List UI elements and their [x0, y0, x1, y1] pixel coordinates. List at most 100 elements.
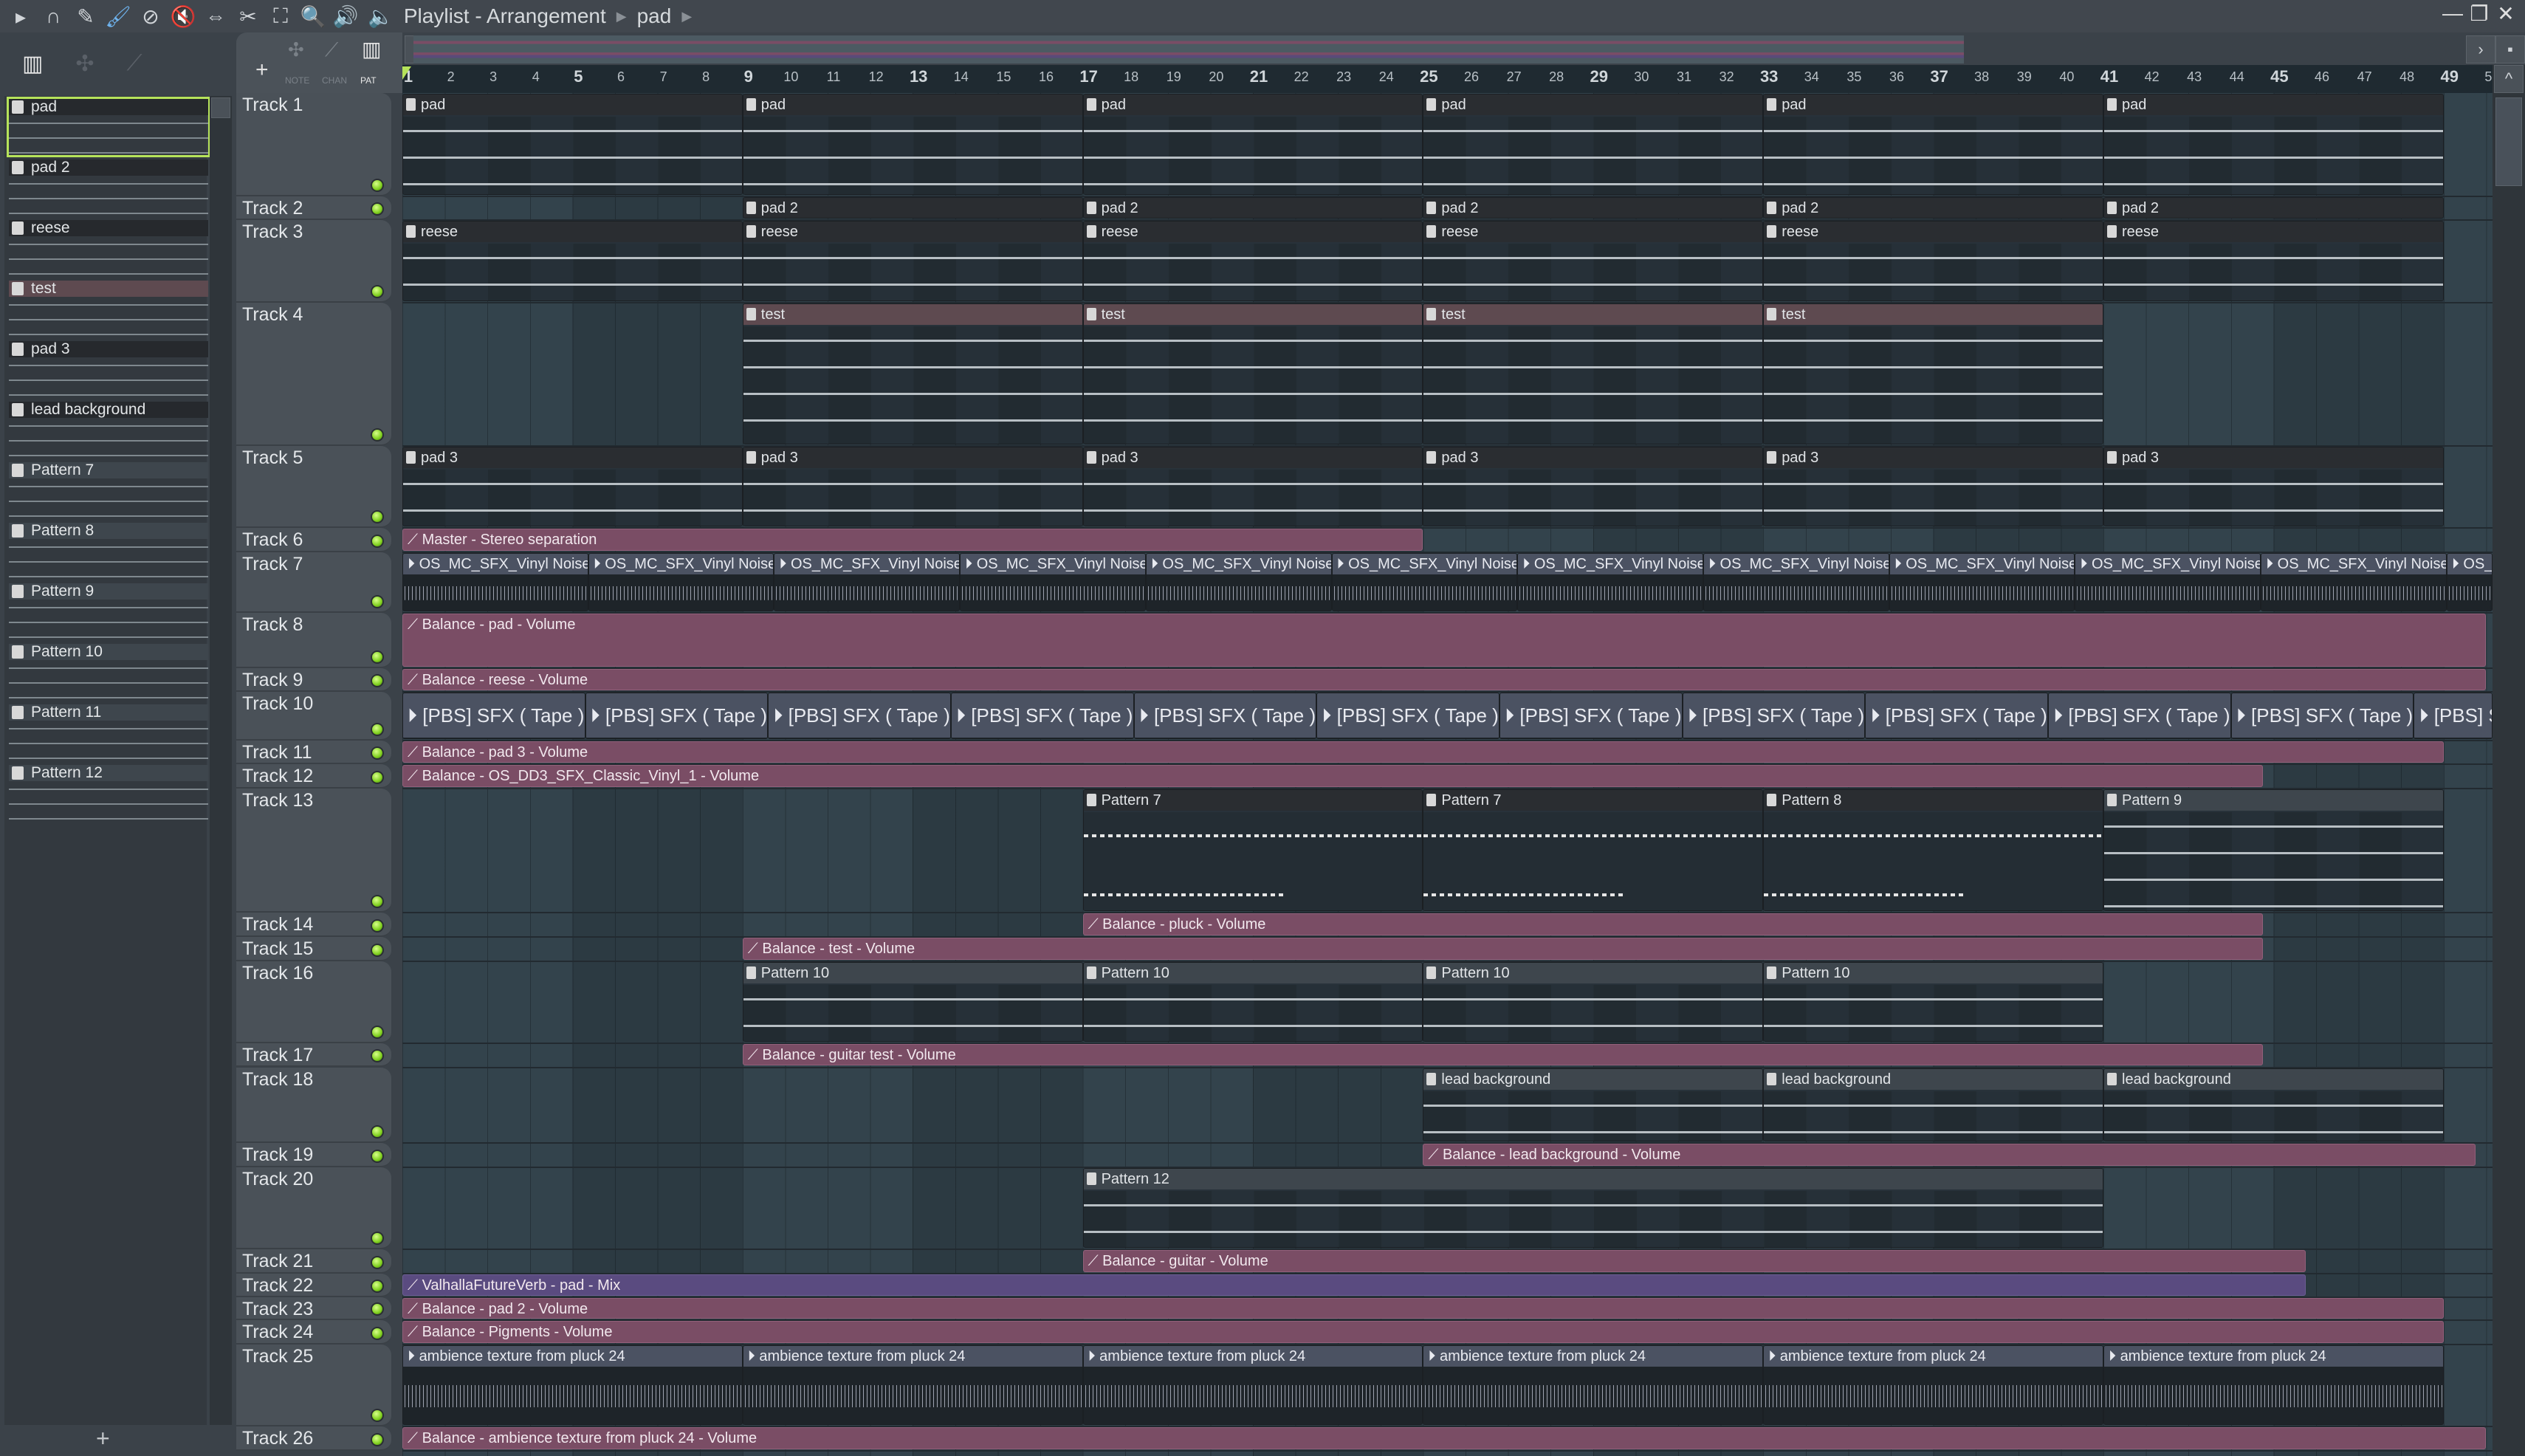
- pattern-clip[interactable]: reese: [402, 221, 743, 301]
- audio-clip[interactable]: ⏵ [PBS] SFX ( Tape ): [2048, 693, 2231, 739]
- pattern-clip[interactable]: pad 3: [1082, 446, 1423, 526]
- track-mute-led[interactable]: [371, 1326, 384, 1340]
- track-mute-led[interactable]: [371, 1231, 384, 1245]
- track-mute-led[interactable]: [371, 1255, 384, 1269]
- audio-clip[interactable]: ⏵ ambience texture from pluck 24: [2103, 1345, 2444, 1425]
- audio-clip[interactable]: ⏵ [PBS] SFX ( Tape ): [2230, 693, 2414, 739]
- mute-icon[interactable]: 🔇: [168, 1, 198, 31]
- track-mute-led[interactable]: [371, 595, 384, 609]
- pattern-clip[interactable]: reese: [2103, 221, 2444, 301]
- pattern-clip[interactable]: pad: [742, 94, 1083, 195]
- scroll-right-button[interactable]: ›: [2466, 35, 2495, 63]
- scrollbar-thumb[interactable]: [211, 97, 230, 118]
- filter-chan[interactable]: CHAN: [322, 75, 347, 86]
- track-mute-led[interactable]: [371, 771, 384, 785]
- restore-button[interactable]: ❐: [2466, 1, 2493, 26]
- audio-clip[interactable]: ⏵ OS_MC_SFX_Vinyl Noise 2: [1889, 552, 2075, 612]
- add-pattern-button[interactable]: +: [96, 1425, 110, 1452]
- timeline-ruler[interactable]: 1 2 3 4 5 6 7 8 9 10 11 12 13 14 15 16 17 18 19 20 21 22 23 24 2…: [402, 65, 2499, 93]
- pattern-clip[interactable]: reese: [742, 221, 1083, 301]
- pattern-clip[interactable]: Pattern 7: [1423, 789, 1764, 912]
- track-header[interactable]: Track 19: [236, 1143, 391, 1167]
- zoom-handle[interactable]: ▪: [2495, 35, 2525, 63]
- automation-clip[interactable]: ⟋ Balance - lead background - Volume: [1423, 1144, 2476, 1166]
- pattern-item-pad-3[interactable]: pad 3: [9, 341, 208, 397]
- automation-clip[interactable]: ⟋ Balance - pad - Volume: [402, 614, 2487, 667]
- audio-clip[interactable]: ⏵ ambience texture from pluck 24: [1423, 1345, 1764, 1425]
- track-mute-led[interactable]: [371, 202, 384, 216]
- slice-icon[interactable]: ✂: [233, 1, 263, 31]
- pattern-clip[interactable]: test: [1082, 303, 1423, 444]
- automation-clip[interactable]: ⟋ Balance - reese - Volume: [402, 668, 2487, 691]
- pattern-item-pattern-8[interactable]: Pattern 8: [9, 523, 208, 579]
- audio-clip[interactable]: ⏵ [PBS] SFX ( Tape ): [951, 693, 1134, 739]
- audio-clip[interactable]: ⏵ OS_MC_SFX_Vinyl Noise 2: [1331, 552, 1518, 612]
- track-mute-led[interactable]: [371, 943, 384, 957]
- automation-clip[interactable]: ⟋ Balance - guitar - Volume: [1082, 1249, 2306, 1272]
- audio-clip[interactable]: ⏵ OS_MC_SFX_Vinyl Noise 2: [774, 552, 961, 612]
- add-track-button[interactable]: +: [255, 58, 269, 83]
- track-header[interactable]: Track 26: [236, 1426, 391, 1451]
- audio-clip[interactable]: ⏵ [PBS] SFX ( Tape ): [1682, 693, 1866, 739]
- pattern-clip[interactable]: pad: [1763, 94, 2103, 195]
- audio-clip[interactable]: ⏵ [PBS] SFX ( Tape ): [1133, 693, 1317, 739]
- automation-clip[interactable]: ⟋ Balance - pad 2 - Volume: [402, 1298, 2444, 1319]
- pattern-clip[interactable]: reese: [1082, 221, 1423, 301]
- track-header[interactable]: Track 8: [236, 613, 391, 668]
- pattern-clip[interactable]: pad 3: [2103, 446, 2444, 526]
- playback-icon[interactable]: 🔊: [331, 1, 360, 31]
- track-mute-led[interactable]: [371, 1049, 384, 1063]
- pattern-clip[interactable]: Pattern 10: [1763, 961, 2103, 1042]
- track-header[interactable]: Track 17: [236, 1043, 391, 1068]
- waveform-icon[interactable]: ✣: [75, 51, 94, 77]
- track-mute-led[interactable]: [371, 674, 384, 688]
- automation-clip[interactable]: ⟋ Master - Stereo separation: [402, 528, 1423, 551]
- scroll-up-button[interactable]: ^: [2494, 65, 2524, 93]
- audio-clip[interactable]: ⏵ [PBS] SFX ( Tape ): [2414, 693, 2493, 739]
- pattern-clip[interactable]: pad 3: [402, 446, 743, 526]
- track-header[interactable]: Track 9: [236, 667, 391, 693]
- track-header[interactable]: Track 5: [236, 445, 391, 528]
- audio-clip[interactable]: ⏵ [PBS] SFX ( Tape ): [1316, 693, 1500, 739]
- pattern-clip[interactable]: pad: [402, 94, 743, 195]
- pattern-clip[interactable]: pad 2: [1082, 196, 1423, 219]
- track-mute-led[interactable]: [371, 534, 384, 548]
- pattern-item-test[interactable]: test: [9, 281, 208, 337]
- pattern-clip[interactable]: test: [742, 303, 1083, 444]
- track-mute-led[interactable]: [371, 509, 384, 523]
- pattern-item-pattern-9[interactable]: Pattern 9: [9, 583, 208, 639]
- audio-clip[interactable]: ⏵ [PBS] SFX ( Tape ): [402, 693, 585, 739]
- track-header[interactable]: Track 14: [236, 913, 391, 937]
- track-mute-led[interactable]: [371, 895, 384, 909]
- pattern-clip[interactable]: pad 3: [1763, 446, 2103, 526]
- pattern-clip[interactable]: pad 2: [1763, 196, 2103, 219]
- minimize-button[interactable]: —: [2439, 1, 2466, 25]
- pattern-clip[interactable]: reese: [1423, 221, 1764, 301]
- delete-icon[interactable]: ⊘: [136, 1, 165, 31]
- zoom-icon[interactable]: 🔍: [298, 1, 328, 31]
- audio-clip[interactable]: ⏵ OS_MC_SFX_Vinyl Noise 2: [2446, 552, 2493, 612]
- track-header[interactable]: Track 15: [236, 936, 391, 961]
- track-mute-led[interactable]: [371, 918, 384, 933]
- pattern-item-pattern-10[interactable]: Pattern 10: [9, 644, 208, 700]
- scrollbar-thumb[interactable]: [2495, 97, 2522, 186]
- pattern-item-lead-background[interactable]: lead background: [9, 402, 208, 458]
- pattern-clip[interactable]: pad 2: [1423, 196, 1764, 219]
- breadcrumb[interactable]: pad: [637, 4, 672, 28]
- audio-clip[interactable]: ⏵ ambience texture from pluck 24: [1082, 1345, 1423, 1425]
- pattern-clip[interactable]: pad 2: [2103, 196, 2444, 219]
- track-mute-led[interactable]: [371, 1149, 384, 1163]
- track-mute-led[interactable]: [371, 722, 384, 736]
- track-header[interactable]: Track 20: [236, 1167, 391, 1249]
- pencil-icon[interactable]: ✎: [71, 1, 100, 31]
- automation-clip[interactable]: ⟋ Balance - OS_DD3_SFX_Classic_Vinyl_1 -…: [402, 765, 2263, 788]
- track-header[interactable]: Track 22: [236, 1273, 391, 1298]
- pattern-item-pattern-12[interactable]: Pattern 12: [9, 765, 208, 821]
- track-header[interactable]: Track 13: [236, 789, 391, 913]
- pattern-clip[interactable]: Pattern 9: [2103, 789, 2444, 912]
- track-mute-led[interactable]: [371, 427, 384, 442]
- track-header[interactable]: Track 18: [236, 1067, 391, 1143]
- audio-clip[interactable]: ⏵ OS_MC_SFX_Vinyl Noise 2: [2075, 552, 2261, 612]
- automation-clip[interactable]: ⟋ Balance - guitar test - Volume: [742, 1043, 2263, 1066]
- automation-icon[interactable]: ⟋: [127, 51, 142, 76]
